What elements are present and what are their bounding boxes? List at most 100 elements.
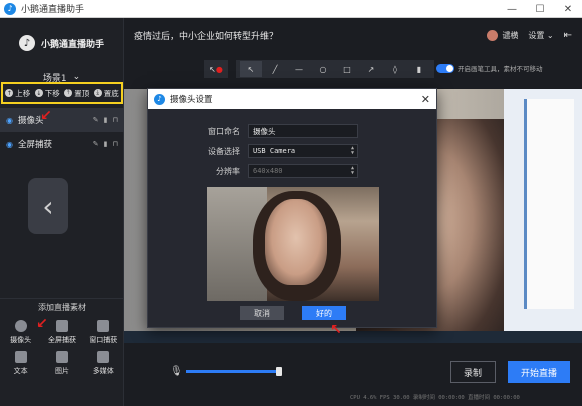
captured-desktop-window [504,89,582,343]
volume-knob[interactable] [276,367,283,376]
select-arrows-icon: ▲ ▼ [350,145,354,156]
add-text-button[interactable]: 文本 [0,351,41,376]
arrow-tool[interactable]: ↗ [360,61,382,77]
collapse-sidebar-button[interactable]: ‹ [28,178,68,234]
minimize-button[interactable]: — [498,0,526,18]
toggle-switch[interactable] [436,63,454,73]
bring-to-top-button[interactable]: ⤒ 置顶 [64,88,89,99]
select-tool[interactable]: ↖ [240,61,262,77]
eraser-tool[interactable]: ◊ [384,61,406,77]
laser-pointer-tool[interactable]: ↖ ● [204,60,228,78]
eye-icon[interactable]: ◉ [6,140,13,149]
source-list: ◉ 摄像头 ✎ ▮ ⊓ ◉ 全屏捕获 ✎ ▮ ⊓ [0,108,124,156]
dialog-header: ♪ 摄像头设置 ✕ [148,89,436,109]
lock-icon[interactable]: ⊓ [113,140,118,148]
drawing-toolbar: ↖ ● ↖ ╱ — ○ □ ↗ ◊ ▮ 开启画笔工具，素材不可移动 [124,58,582,80]
eye-icon[interactable]: ◉ [6,116,13,125]
source-item-fullscreen[interactable]: ◉ 全屏捕获 ✎ ▮ ⊓ [0,132,124,156]
device-select[interactable]: USB Camera ▲ ▼ [248,144,358,158]
window-titlebar: ♪ 小鹅通直播助手 — ☐ ✕ [0,0,582,18]
pen-mode-toggle[interactable]: 开启画笔工具，素材不可移动 [436,63,543,73]
send-to-bottom-button[interactable]: ⤓ 置底 [93,88,119,99]
trash-icon[interactable]: ▮ [104,116,108,124]
field-label: 窗口命名 [208,126,240,136]
live-title: 疫情过后，中小企业如何转型升维？ [134,31,279,42]
resolution-row: 分辨率 640x480 ▲ ▼ [148,163,438,179]
layer-order-toolbar: ↑ 上移 ↓ 下移 ⤒ 置顶 ⤓ 置底 [1,82,123,104]
device-select-row: 设备选择 USB Camera ▲ ▼ [148,143,438,159]
collapse-icon[interactable]: ⇤ [564,30,572,41]
username: 谴横 [502,30,519,40]
arrow-down-icon: ↓ [34,89,43,97]
start-live-button[interactable]: 开始直播 [508,361,570,383]
user-menu[interactable]: 谴横 [487,29,519,41]
pen-toggle-label: 开启画笔工具，素材不可移动 [458,65,543,73]
move-down-button[interactable]: ↓ 下移 [34,88,60,99]
add-media-button[interactable]: 多媒体 [83,351,124,376]
field-label: 分辨率 [216,166,240,176]
chevron-down-icon: ⌄ [72,72,81,82]
chevron-left-icon: ‹ [42,189,54,223]
microphone-icon[interactable]: 🎙 [170,366,183,377]
cancel-button[interactable]: 取消 [240,306,284,320]
resolution-select[interactable]: 640x480 ▲ ▼ [248,164,358,178]
close-icon[interactable]: ✕ [421,93,430,106]
monitor-icon [55,320,68,332]
volume-fill [186,370,280,373]
move-up-button[interactable]: ↑ 上移 [5,88,30,99]
volume-slider[interactable] [186,367,283,376]
camera-preview-image [207,187,379,301]
select-arrows-icon: ▲ ▼ [350,165,354,176]
text-icon [14,351,27,363]
send-bottom-icon: ⤓ [93,89,102,97]
annotation-arrow: ↙ [40,108,52,124]
source-actions: ✎ ▮ ⊓ [93,116,118,124]
window-title: 小鹅通直播助手 [21,5,85,15]
line-icon: — [295,64,303,74]
rectangle-icon: □ [343,64,351,74]
app-logo-icon: ♪ [154,93,165,105]
arrow-icon: ↗ [367,64,375,74]
trash-icon: ▮ [416,64,422,74]
source-name: 全屏捕获 [17,140,52,150]
settings-menu[interactable]: 设置 ⌄ [528,30,553,41]
film-icon [97,351,110,363]
add-window-button[interactable]: 窗口捕获 [83,320,124,345]
dialog-title: 摄像头设置 [170,95,213,105]
eraser-icon: ◊ [393,64,397,74]
camera-icon [14,320,27,332]
bring-top-icon: ⤒ [64,89,73,97]
app-logo-icon: ♪ [4,2,16,15]
clear-tool[interactable]: ▮ [408,61,430,77]
main-header: 疫情过后，中小企业如何转型升维？ 谴横 设置 ⌄ ⇤ [124,18,582,52]
captured-taskbar [124,331,582,343]
window-icon [97,320,110,332]
window-name-input[interactable]: 摄像头 [248,124,358,138]
edit-icon[interactable]: ✎ [93,140,99,148]
circle-icon: ○ [319,64,327,74]
image-icon [55,351,68,363]
rect-tool[interactable]: □ [336,61,358,77]
maximize-button[interactable]: ☐ [526,0,554,18]
source-item-camera[interactable]: ◉ 摄像头 ✎ ▮ ⊓ [0,108,124,132]
record-button[interactable]: 录制 [450,361,496,383]
cursor-icon: ↖ [209,64,216,74]
lock-icon[interactable]: ⊓ [113,116,118,124]
circle-tool[interactable]: ○ [312,61,334,77]
arrow-up-icon: ↑ [5,89,14,97]
window-controls: — ☐ ✕ [498,0,582,18]
left-sidebar: ♪ 小鹅通直播助手 场景1 ⌄ ↑ 上移 ↓ 下移 ⤒ 置顶 ⤓ 置底 ◉ 摄像… [0,18,124,406]
edit-icon[interactable]: ✎ [93,116,99,124]
line-tool[interactable]: — [288,61,310,77]
close-window-button[interactable]: ✕ [554,0,582,18]
annotation-arrow: ↙ [36,316,48,332]
source-name: 摄像头 [17,116,44,126]
brand-name: 小鹅通直播助手 [40,39,104,50]
ok-button[interactable]: 好的 [302,306,346,320]
pen-tool[interactable]: ╱ [264,61,286,77]
add-image-button[interactable]: 图片 [41,351,82,376]
status-readout: CPU 4.6% FPS 30.00 录制时间 00:00:00 直播时间 00… [350,395,520,401]
add-material-grid: 摄像头 全屏捕获 窗口捕获 文本 图片 多媒体 [0,316,124,376]
avatar [487,29,499,41]
trash-icon[interactable]: ▮ [104,140,108,148]
